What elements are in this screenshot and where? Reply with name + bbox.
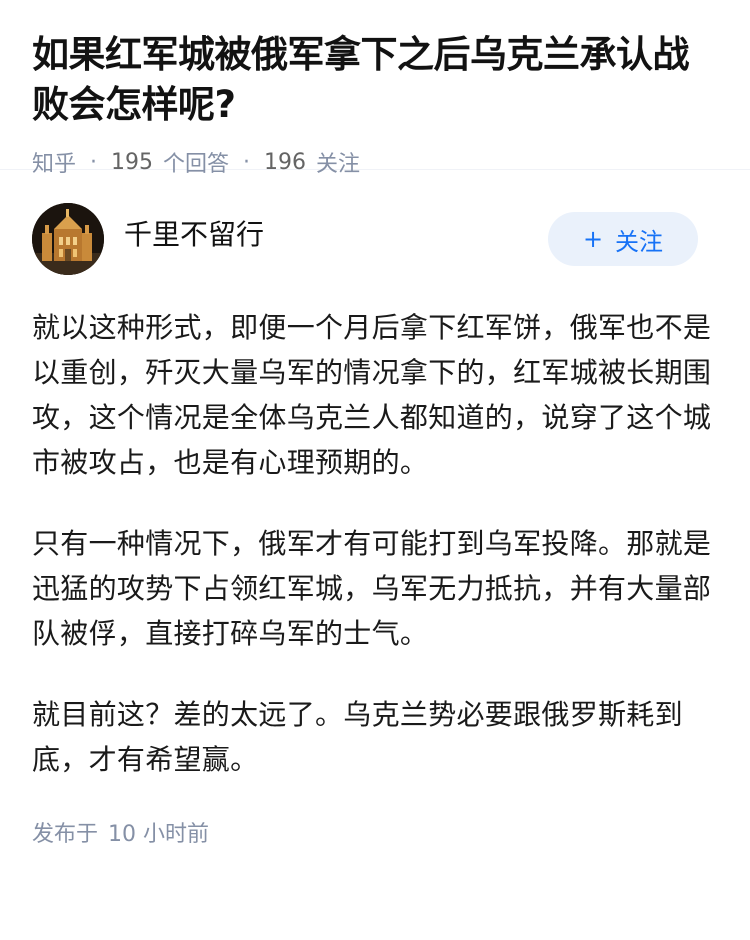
meta-separator: · xyxy=(243,149,251,175)
answers-count: 195 xyxy=(111,149,154,175)
source-label[interactable]: 知乎 xyxy=(32,146,76,178)
paragraph: 只有一种情况下，俄军才有可能打到乌军投降。那就是迅猛的攻势下占领红军城，乌军无力… xyxy=(32,527,712,650)
publish-label: 发布于 xyxy=(32,822,99,847)
question-header: 如果红军城被俄军拿下之后乌克兰承认战败会怎样呢? 知乎 · 195 个回答 · … xyxy=(0,0,750,177)
question-title[interactable]: 如果红军城被俄军拿下之后乌克兰承认战败会怎样呢? xyxy=(32,30,718,130)
avatar[interactable] xyxy=(32,203,104,275)
plus-icon: + xyxy=(582,225,604,253)
publish-time: 发布于 10 小时前 xyxy=(32,816,718,848)
paragraph: 就目前这？差的太远了。乌克兰势必要跟俄罗斯耗到底，才有希望赢。 xyxy=(32,698,683,776)
follow-label: 关注 xyxy=(615,227,664,256)
followers-label: 关注 xyxy=(316,152,361,177)
answer-content: 就以这种形式，即便一个月后拿下红军饼，俄军也不是以重创，歼灭大量乌军的情况拿下的… xyxy=(32,305,718,782)
paragraph: 就以这种形式，即便一个月后拿下红军饼，俄军也不是以重创，歼灭大量乌军的情况拿下的… xyxy=(32,311,712,479)
author-row: 千里不留行 + 关注 xyxy=(32,203,718,275)
publish-value: 10 小时前 xyxy=(108,822,210,847)
meta-separator: · xyxy=(90,149,98,175)
author-name[interactable]: 千里不留行 xyxy=(124,213,264,253)
building-icon xyxy=(32,203,104,275)
follow-button[interactable]: + 关注 xyxy=(548,212,698,266)
answer-card: 千里不留行 + 关注 就以这种形式，即便一个月后拿下红军饼，俄军也不是以重创，歼… xyxy=(0,170,750,848)
followers-count: 196 xyxy=(264,149,307,175)
answers-label[interactable]: 个回答 xyxy=(163,146,229,178)
